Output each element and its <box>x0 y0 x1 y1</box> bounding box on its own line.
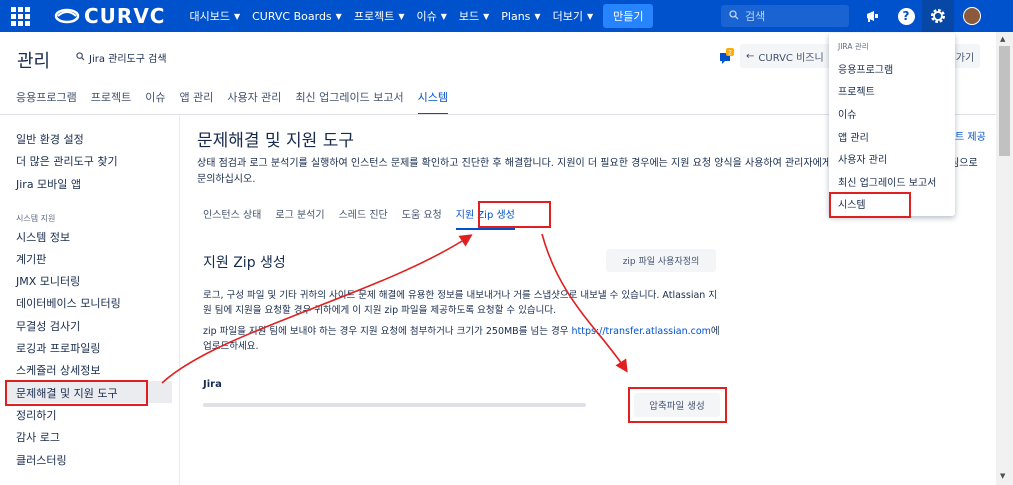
tab-system[interactable]: 시스템 <box>417 89 449 115</box>
go-button-label: 가기 <box>955 52 975 64</box>
nav-dashboards[interactable]: 대시보드 ▼ <box>183 0 246 32</box>
sidebar-section-label: 시스템 지원 <box>16 214 56 223</box>
dropdown-item-user-management[interactable]: 사용자 관리 <box>838 151 887 166</box>
dropdown-item-projects[interactable]: 프로젝트 <box>838 83 875 98</box>
back-to-project-button[interactable]: ← CURVC 비즈니 <box>740 44 832 68</box>
tab-instance-health[interactable]: 인스턴스 상태 <box>203 206 261 230</box>
chevron-down-icon: ▼ <box>440 11 447 21</box>
annotation-box-generate-button <box>628 387 727 423</box>
section-paragraph-2: zip 파일을 지원 팀에 보내야 하는 경우 지원 요청에 첨부하거나 크기가… <box>203 324 723 354</box>
transfer-link[interactable]: https://transfer.atlassian.com <box>571 326 710 337</box>
create-button[interactable]: 만들기 <box>603 4 654 28</box>
tab-get-help[interactable]: 도움 요청 <box>402 206 442 230</box>
nav-issues[interactable]: 이슈 ▼ <box>410 0 452 32</box>
admin-tabs: 응용프로그램 프로젝트 이슈 앱 관리 사용자 관리 최신 업그레이드 보고서 … <box>16 89 462 115</box>
dropdown-header: JIRA 관리 <box>838 42 869 51</box>
nav-label: 대시보드 <box>189 10 230 23</box>
gear-icon[interactable] <box>922 0 954 32</box>
main-title: 문제해결 및 지원 도구 <box>197 131 354 151</box>
curvc-logo-icon <box>54 8 80 24</box>
arrow-left-icon: ← <box>746 50 755 62</box>
global-search-input[interactable]: 검색 <box>721 5 849 27</box>
scrollbar[interactable]: ▲ ▼ <box>996 32 1013 485</box>
sidebar-item-scheduler-details[interactable]: 스케쥴러 상세정보 <box>16 362 100 378</box>
nav-label: 이슈 <box>416 10 437 23</box>
scroll-down-icon[interactable]: ▼ <box>1000 472 1005 480</box>
tab-manage-apps[interactable]: 앱 관리 <box>179 89 213 115</box>
tab-issues[interactable]: 이슈 <box>145 89 165 115</box>
sidebar-item-cleanup[interactable]: 정리하기 <box>16 407 56 423</box>
dropdown-item-applications[interactable]: 응용프로그램 <box>838 61 893 76</box>
admin-dropdown-menu: JIRA 관리 응용프로그램 프로젝트 이슈 앱 관리 사용자 관리 최신 업그… <box>829 33 955 216</box>
notification-badge: 2 <box>728 50 732 57</box>
nav-more[interactable]: 더보기 ▼ <box>547 0 600 32</box>
zip-progress-bar <box>203 403 586 407</box>
sidebar-item-database-monitoring[interactable]: 데이터베이스 모니터링 <box>16 295 121 311</box>
jira-label: Jira <box>203 379 222 390</box>
sidebar-item-system-info[interactable]: 시스템 정보 <box>16 229 70 245</box>
paragraph-text: zip 파일을 지원 팀에 보내야 하는 경우 지원 요청에 첨부하거나 크기가… <box>203 326 569 337</box>
feedback-link[interactable]: 트 제공 <box>955 128 986 143</box>
sidebar: 일반 환경 설정 더 많은 관리도구 찾기 Jira 모바일 앱 시스템 지원 … <box>0 115 180 485</box>
scrollbar-thumb[interactable] <box>999 46 1010 156</box>
apps-grid-icon[interactable] <box>0 0 40 32</box>
page-title: 관리 <box>17 51 51 72</box>
tab-thread-diagnostics[interactable]: 스레드 진단 <box>339 206 388 230</box>
tab-log-analyzer[interactable]: 로그 분석기 <box>275 206 324 230</box>
nav-projects[interactable]: 프로젝트 ▼ <box>348 0 411 32</box>
nav-boards[interactable]: 보드 ▼ <box>453 0 495 32</box>
dropdown-item-issues[interactable]: 이슈 <box>838 106 856 121</box>
tab-user-management[interactable]: 사용자 관리 <box>227 89 281 115</box>
megaphone-icon[interactable] <box>860 0 886 32</box>
sidebar-item-instrumentation[interactable]: 계기판 <box>16 251 46 267</box>
user-avatar[interactable] <box>960 0 984 32</box>
sidebar-item-find-more-admin-tools[interactable]: 더 많은 관리도구 찾기 <box>16 153 118 169</box>
dropdown-item-upgrade-report[interactable]: 최신 업그레이드 보고서 <box>838 174 936 189</box>
back-button-label: CURVC 비즈니 <box>758 52 824 64</box>
sidebar-item-clustering[interactable]: 클러스터링 <box>16 452 67 468</box>
annotation-box-support-zip-tab <box>478 201 551 228</box>
section-title: 지원 Zip 생성 <box>203 255 286 271</box>
tab-applications[interactable]: 응용프로그램 <box>16 89 77 115</box>
chevron-down-icon: ▼ <box>233 11 241 21</box>
sidebar-item-logging-profiling[interactable]: 로깅과 프로파일링 <box>16 340 100 356</box>
sidebar-item-general-config[interactable]: 일반 환경 설정 <box>16 131 84 147</box>
annotation-box-dropdown-system <box>829 192 911 218</box>
nav-label: 프로젝트 <box>353 10 395 23</box>
search-icon <box>729 9 739 23</box>
search-placeholder: 검색 <box>745 10 766 23</box>
nav-curvc-boards[interactable]: CURVC Boards ▼ <box>246 0 348 32</box>
chevron-down-icon: ▼ <box>586 11 594 21</box>
chevron-down-icon: ▼ <box>534 11 541 21</box>
sidebar-item-jira-mobile[interactable]: Jira 모바일 앱 <box>16 176 81 192</box>
chevron-down-icon: ▼ <box>335 11 342 21</box>
sidebar-item-jmx-monitoring[interactable]: JMX 모니터링 <box>16 273 80 289</box>
feedback-icon[interactable]: 2 <box>719 48 734 64</box>
search-icon <box>76 51 85 64</box>
tab-projects[interactable]: 프로젝트 <box>91 89 131 115</box>
nav-plans[interactable]: Plans ▼ <box>495 0 546 32</box>
scroll-up-icon[interactable]: ▲ <box>1000 35 1005 43</box>
curvc-logo[interactable]: CURVC <box>54 4 165 28</box>
nav-label: CURVC Boards <box>252 9 332 23</box>
logo-text: CURVC <box>84 4 166 28</box>
chevron-down-icon: ▼ <box>398 11 405 21</box>
admin-search-link[interactable]: Jira 관리도구 검색 <box>76 50 167 65</box>
tab-upgrade-report[interactable]: 최신 업그레이드 보고서 <box>295 89 403 115</box>
nav-label: Plans <box>501 9 531 23</box>
annotation-box-sidebar-troubleshooting <box>5 380 148 406</box>
admin-search-label: Jira 관리도구 검색 <box>89 54 167 65</box>
nav-label: 더보기 <box>552 10 583 23</box>
avatar <box>963 7 981 25</box>
sidebar-item-integrity-checker[interactable]: 무결성 검사기 <box>16 318 80 334</box>
section-paragraph-1: 로그, 구성 파일 및 기타 귀하의 사이트 문제 해결에 유용한 정보를 내보… <box>203 290 718 316</box>
nav-label: 보드 <box>458 10 480 23</box>
sidebar-item-audit-log[interactable]: 감사 로그 <box>16 429 60 445</box>
dropdown-item-manage-apps[interactable]: 앱 관리 <box>838 129 869 144</box>
help-icon[interactable]: ? <box>896 0 916 32</box>
customize-zip-button[interactable]: zip 파일 사용자정의 <box>606 249 716 272</box>
chevron-down-icon: ▼ <box>483 11 490 21</box>
